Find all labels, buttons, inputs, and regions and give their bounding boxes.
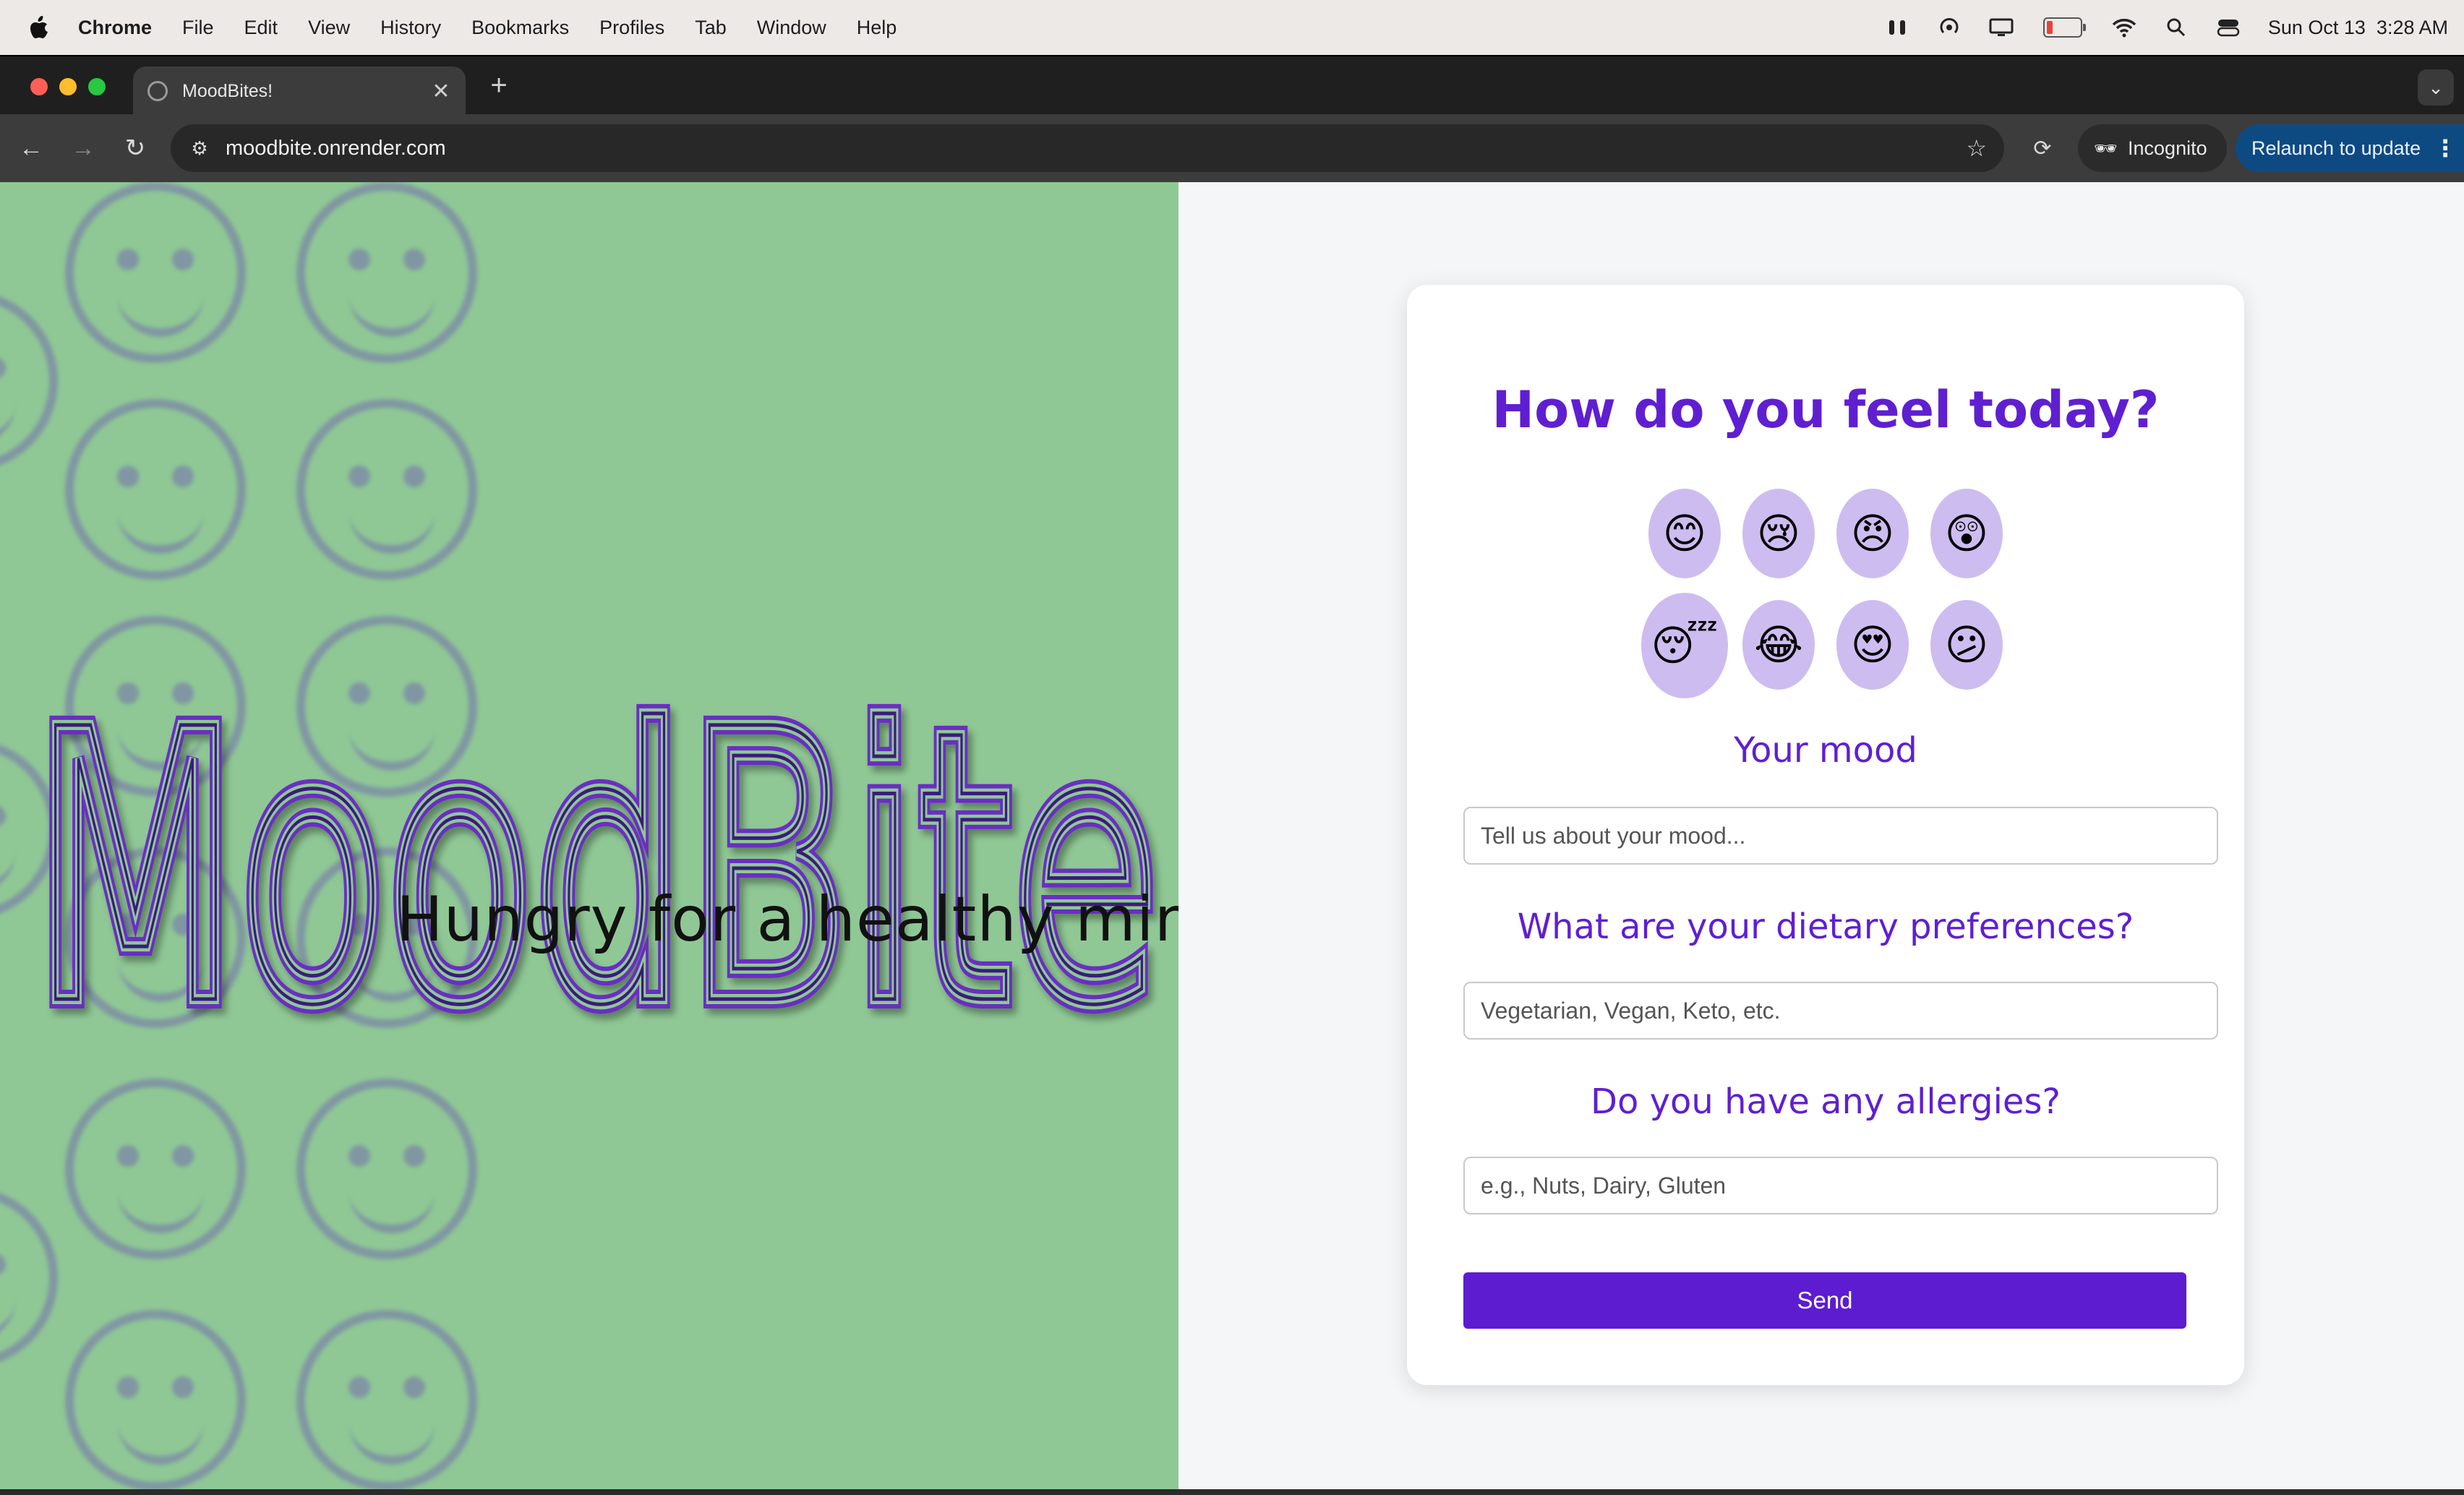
- bg-face-decoration: [296, 399, 477, 580]
- site-settings-icon[interactable]: ⚙: [187, 135, 213, 161]
- globe-icon: [147, 81, 168, 101]
- bg-face-decoration: [65, 182, 246, 363]
- reload-icon[interactable]: ↻: [117, 130, 153, 166]
- tab-close-icon[interactable]: ✕: [427, 79, 455, 104]
- new-tab-plus-icon[interactable]: +: [483, 69, 515, 101]
- menu-app-name[interactable]: Chrome: [78, 17, 152, 39]
- window-zoom-button[interactable]: [88, 78, 106, 95]
- menu-file[interactable]: File: [182, 17, 214, 39]
- battery-icon[interactable]: [2041, 17, 2086, 38]
- emoji-glyph: 😴: [1651, 622, 1719, 669]
- window-minimize-button[interactable]: [59, 78, 77, 95]
- status-area: Sun Oct 13 3:28 AM: [1885, 0, 2448, 55]
- send-button[interactable]: Send: [1463, 1272, 2186, 1329]
- emoji-sleepy-button[interactable]: 😴: [1641, 593, 1728, 698]
- tab-title: MoodBites!: [182, 80, 273, 101]
- bg-face-decoration: [296, 182, 477, 363]
- forward-arrow-icon[interactable]: →: [65, 130, 101, 166]
- extension-icon[interactable]: ⟳: [2024, 130, 2061, 166]
- emoji-glyph: 😲: [1944, 510, 1989, 557]
- control-center-icon[interactable]: [2216, 17, 2241, 38]
- allergy-label: Do you have any allergies?: [1591, 1081, 2061, 1122]
- emoji-glyph: 😠: [1850, 510, 1895, 557]
- form-heading: How do you feel today?: [1492, 380, 2160, 440]
- hero-panel: MoodBite MoodBite MoodBite Hungry for a …: [0, 182, 1178, 1489]
- mood-input[interactable]: [1463, 807, 2218, 865]
- menu-tab[interactable]: Tab: [695, 17, 727, 39]
- more-vert-icon[interactable]: ⋮: [2434, 134, 2457, 162]
- tab-search-chevron-icon[interactable]: ⌄: [2418, 69, 2454, 106]
- emoji-sad-button[interactable]: 😢: [1742, 489, 1815, 578]
- menu-window[interactable]: Window: [757, 17, 826, 39]
- menu-bookmarks[interactable]: Bookmarks: [471, 17, 569, 39]
- emoji-confused-button[interactable]: 😕: [1930, 600, 2003, 690]
- menu-view[interactable]: View: [308, 17, 350, 39]
- url-text[interactable]: moodbite.onrender.com: [226, 137, 446, 160]
- back-arrow-icon[interactable]: ←: [13, 130, 49, 166]
- emoji-glyph: 😊: [1662, 510, 1707, 557]
- bg-face-decoration: [296, 1310, 477, 1489]
- svg-text:MoodBite: MoodBite: [32, 681, 1160, 1028]
- bg-face-decoration: [65, 399, 246, 580]
- relaunch-label: Relaunch to update: [2251, 137, 2421, 159]
- moodbite-logo: MoodBite MoodBite MoodBite: [25, 681, 1167, 1028]
- relaunch-button[interactable]: Relaunch to update ⋮: [2236, 124, 2464, 172]
- apple-menu-icon[interactable]: [29, 15, 51, 40]
- tab-moodbites[interactable]: MoodBites! ✕: [133, 67, 466, 116]
- emoji-glyph: 😍: [1850, 622, 1895, 669]
- window-close-button[interactable]: [30, 78, 48, 95]
- emoji-surprised-button[interactable]: 😲: [1930, 489, 2003, 578]
- address-bar[interactable]: ⚙ moodbite.onrender.com ☆: [171, 124, 2004, 172]
- emoji-happy-button[interactable]: 😊: [1648, 489, 1721, 578]
- emoji-glyph: 😕: [1944, 622, 1989, 669]
- emoji-angry-button[interactable]: 😠: [1836, 489, 1909, 578]
- bg-face-decoration: [65, 1079, 246, 1259]
- bg-face-decoration: [0, 1187, 58, 1368]
- bg-face-decoration: [65, 1310, 246, 1489]
- browser-tab-strip: MoodBites! ✕ + ⌄: [0, 55, 2464, 116]
- macos-menu-bar: Chrome File Edit View History Bookmarks …: [0, 0, 2464, 55]
- airdrop-icon[interactable]: [1937, 17, 1962, 38]
- incognito-indicator[interactable]: 🕶 Incognito: [2078, 124, 2227, 172]
- diet-input[interactable]: [1463, 982, 2218, 1040]
- emoji-glyph: 😂: [1754, 622, 1803, 669]
- incognito-label: Incognito: [2128, 137, 2207, 159]
- menu-profiles[interactable]: Profiles: [599, 17, 664, 39]
- incognito-icon: 🕶: [2094, 137, 2118, 159]
- bookmark-star-icon[interactable]: ☆: [1966, 134, 1987, 162]
- emoji-heart-eyes-button[interactable]: 😍: [1836, 600, 1909, 690]
- wifi-icon[interactable]: [2112, 17, 2136, 38]
- emoji-glyph: 😢: [1756, 510, 1801, 557]
- bg-face-decoration: [0, 291, 58, 471]
- menu-help[interactable]: Help: [857, 17, 897, 39]
- airpods-icon[interactable]: [1885, 17, 1909, 38]
- mood-form-card: How do you feel today? 😊 😢 😠 😲 😴 😂 😍 😕 Y…: [1407, 285, 2244, 1385]
- spotlight-search-icon[interactable]: [2164, 17, 2189, 38]
- display-icon[interactable]: [1989, 17, 2014, 38]
- menu-history[interactable]: History: [380, 17, 441, 39]
- menu-edit[interactable]: Edit: [244, 17, 278, 39]
- browser-toolbar: ← → ↻ ⚙ moodbite.onrender.com ☆ ⟳ 🕶 Inco…: [0, 114, 2464, 182]
- diet-label: What are your dietary preferences?: [1517, 907, 2134, 947]
- emoji-laughing-button[interactable]: 😂: [1742, 600, 1815, 690]
- window-bottom-edge: [0, 1489, 2464, 1495]
- hero-tagline: Hungry for a healthy mind?: [396, 883, 1178, 956]
- menu-clock[interactable]: Sun Oct 13 3:28 AM: [2268, 17, 2448, 39]
- mood-label: Your mood: [1734, 730, 1917, 771]
- allergy-input[interactable]: [1463, 1157, 2218, 1215]
- bg-face-decoration: [296, 1079, 477, 1259]
